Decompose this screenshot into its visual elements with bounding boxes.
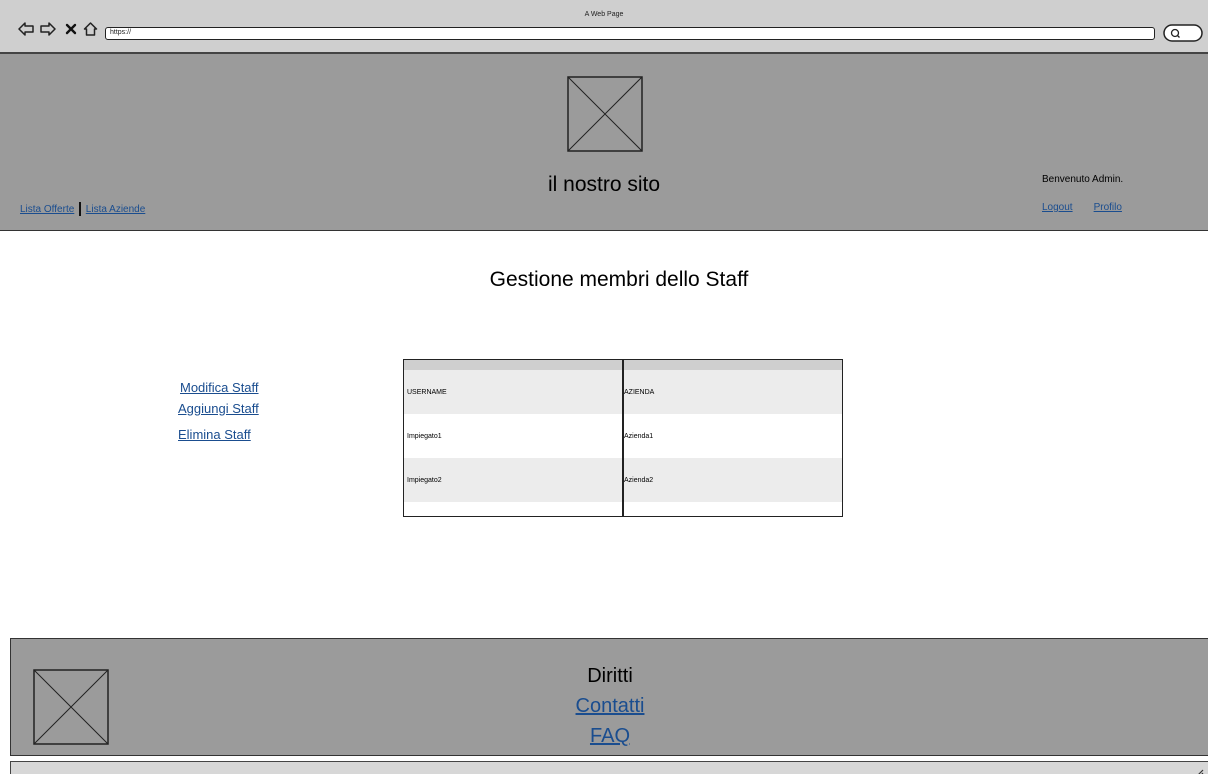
azienda-cell: Azienda2 xyxy=(624,476,654,484)
profilo-link[interactable]: Profilo xyxy=(1094,202,1122,213)
modifica-staff-link[interactable]: Modifica Staff xyxy=(180,380,259,395)
column-header-azienda: AZIENDA xyxy=(624,388,655,396)
back-icon[interactable] xyxy=(18,21,34,37)
site-footer: Diritti Contatti FAQ xyxy=(10,638,1208,756)
site-header: il nostro sito Lista Offerte Lista Azien… xyxy=(0,54,1208,231)
page-heading: Gestione membri dello Staff xyxy=(489,268,749,291)
username-cell: Impiegato2 xyxy=(407,476,442,484)
column-header-username: USERNAME xyxy=(407,388,447,396)
user-links: Logout Profilo xyxy=(1042,202,1122,213)
window-title: A Web Page xyxy=(584,11,624,18)
footer-links: Diritti Contatti FAQ xyxy=(11,661,1208,751)
elimina-staff-link[interactable]: Elimina Staff xyxy=(178,427,259,442)
staff-table: USERNAME AZIENDA Impiegato1 Azienda1 Imp… xyxy=(403,359,843,517)
address-bar[interactable]: https:// xyxy=(105,27,1155,40)
faq-link[interactable]: FAQ xyxy=(590,721,630,751)
close-icon[interactable] xyxy=(63,21,79,37)
diritti-text: Diritti xyxy=(587,665,633,687)
nav-separator xyxy=(79,202,81,216)
logout-link[interactable]: Logout xyxy=(1042,202,1073,213)
azienda-cell: Azienda1 xyxy=(624,432,654,440)
home-icon[interactable] xyxy=(82,21,98,37)
top-navigation: Lista Offerte Lista Aziende xyxy=(20,202,145,216)
search-icon[interactable] xyxy=(1163,24,1203,42)
lista-offerte-link[interactable]: Lista Offerte xyxy=(20,204,74,215)
site-title: il nostro sito xyxy=(547,173,661,196)
contatti-link[interactable]: Contatti xyxy=(576,691,645,721)
browser-chrome: A Web Page https:// xyxy=(0,0,1208,54)
staff-actions-menu: Modifica Staff Aggiungi Staff Elimina St… xyxy=(178,380,259,442)
welcome-message: Benvenuto Admin. xyxy=(1042,174,1124,185)
resize-grip-icon[interactable] xyxy=(1194,764,1204,774)
aggiungi-staff-link[interactable]: Aggiungi Staff xyxy=(178,401,259,416)
bottom-status-strip xyxy=(10,761,1208,774)
lista-aziende-link[interactable]: Lista Aziende xyxy=(86,204,146,215)
column-divider xyxy=(622,360,624,516)
username-cell: Impiegato1 xyxy=(407,432,442,440)
logo-image-placeholder xyxy=(567,76,643,152)
forward-icon[interactable] xyxy=(40,21,56,37)
